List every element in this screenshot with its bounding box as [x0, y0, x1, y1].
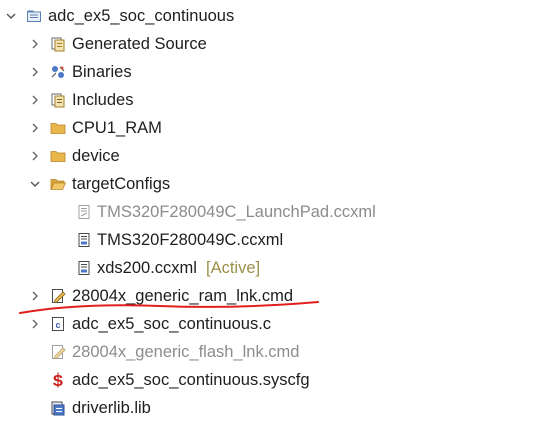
tree-item-cpu1-ram[interactable]: CPU1_RAM	[0, 114, 556, 142]
tree-item-label: TMS320F280049C_LaunchPad.ccxml	[97, 203, 376, 221]
includes-icon	[50, 92, 66, 108]
tree-item-includes[interactable]: Includes	[0, 86, 556, 114]
tree-item-generated-source[interactable]: Generated Source	[0, 30, 556, 58]
chevron-right-icon[interactable]	[29, 150, 41, 162]
tree-item-driverlib[interactable]: driverlib.lib	[0, 394, 556, 422]
tree-item-label: CPU1_RAM	[72, 119, 162, 137]
project-explorer-tree: adc_ex5_soc_continuous Generated Source	[0, 0, 556, 421]
project-icon	[26, 8, 42, 24]
ccxml-file-icon	[76, 204, 92, 220]
tree-item-label: targetConfigs	[72, 175, 171, 193]
tree-item-label: adc_ex5_soc_continuous.syscfg	[72, 371, 310, 389]
tree-item-label: adc_ex5_soc_continuous.c	[72, 315, 272, 333]
tree-item-flash-lnk-cmd[interactable]: 28004x_generic_flash_lnk.cmd	[0, 338, 556, 366]
tree-item-launchpad-ccxml[interactable]: TMS320F280049C_LaunchPad.ccxml	[0, 198, 556, 226]
binaries-icon	[50, 64, 66, 80]
tree-item-ram-lnk-cmd[interactable]: 28004x_generic_ram_lnk.cmd	[0, 282, 556, 310]
tree-item-c-source[interactable]: c adc_ex5_soc_continuous.c	[0, 310, 556, 338]
tree-item-label: 28004x_generic_flash_lnk.cmd	[72, 343, 300, 361]
ccxml-file-icon	[76, 232, 92, 248]
c-source-file-icon: c	[50, 316, 66, 332]
tree-item-label: TMS320F280049C.ccxml	[97, 231, 284, 249]
tree-item-label: driverlib.lib	[72, 399, 151, 417]
tree-item-label: Includes	[72, 91, 134, 109]
chevron-right-icon[interactable]	[29, 94, 41, 106]
project-name-label: adc_ex5_soc_continuous	[48, 7, 235, 25]
library-file-icon	[50, 400, 66, 416]
folder-icon	[50, 148, 66, 164]
tree-item-label: 28004x_generic_ram_lnk.cmd	[72, 287, 294, 305]
tree-item-tms320-ccxml[interactable]: TMS320F280049C.ccxml	[0, 226, 556, 254]
generated-source-folder-icon	[50, 36, 66, 52]
chevron-right-icon[interactable]	[29, 38, 41, 50]
chevron-down-icon[interactable]	[29, 178, 41, 190]
tree-item-binaries[interactable]: Binaries	[0, 58, 556, 86]
linker-cmd-file-icon	[50, 344, 66, 360]
tree-item-device[interactable]: device	[0, 142, 556, 170]
tree-item-label: Generated Source	[72, 35, 207, 53]
tree-item-xds200-ccxml[interactable]: xds200.ccxml [Active]	[0, 254, 556, 282]
chevron-right-icon[interactable]	[29, 318, 41, 330]
chevron-right-icon[interactable]	[29, 290, 41, 302]
tree-item-label: device	[72, 147, 120, 165]
project-root-row[interactable]: adc_ex5_soc_continuous	[0, 2, 556, 30]
tree-item-label: xds200.ccxml	[97, 259, 197, 277]
tree-item-label: Binaries	[72, 63, 132, 81]
tree-item-syscfg[interactable]: S adc_ex5_soc_continuous.syscfg	[0, 366, 556, 394]
chevron-right-icon[interactable]	[29, 66, 41, 78]
chevron-right-icon[interactable]	[29, 122, 41, 134]
svg-text:c: c	[55, 320, 60, 330]
open-folder-icon	[50, 176, 66, 192]
syscfg-file-icon: S	[50, 372, 66, 388]
folder-icon	[50, 120, 66, 136]
tree-item-targetconfigs[interactable]: targetConfigs	[0, 170, 556, 198]
ccxml-file-icon	[76, 260, 92, 276]
linker-cmd-file-icon	[50, 288, 66, 304]
active-decoration-label: [Active]	[206, 259, 261, 277]
chevron-down-icon[interactable]	[5, 10, 17, 22]
